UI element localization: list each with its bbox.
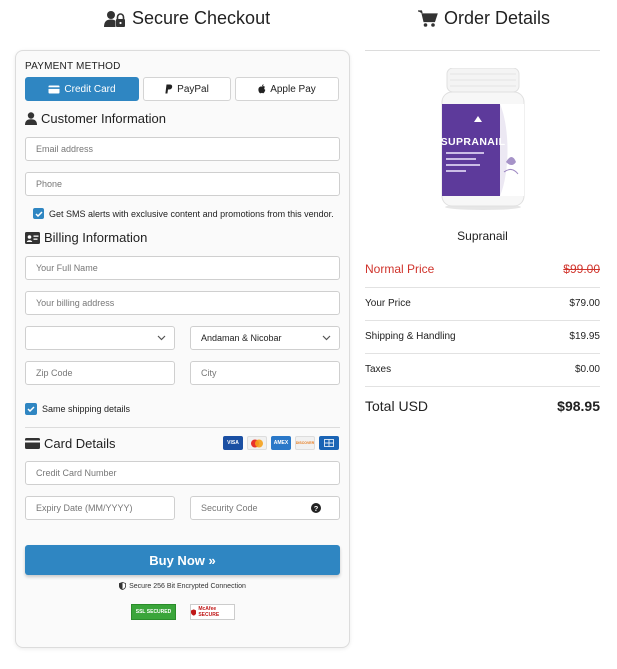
same-shipping-checkbox[interactable] (25, 403, 37, 415)
security-code-placeholder: Security Code (201, 503, 258, 513)
taxes-amount: $0.00 (574, 364, 600, 375)
expiry-date-field[interactable]: Expiry Date (MM/YYYY) (25, 496, 175, 520)
card-section-divider (25, 427, 340, 428)
your-price-amount: $79.00 (569, 298, 600, 309)
payment-method-tabs: Credit Card PayPal Apple Pay (25, 77, 340, 101)
visa-logo-icon: VISA (223, 436, 243, 450)
mcafee-shield-icon (191, 608, 197, 616)
same-shipping-option[interactable]: Same shipping details (25, 403, 130, 415)
chevron-down-icon (157, 335, 166, 341)
id-card-icon (25, 231, 40, 244)
billing-info-heading: Billing Information (25, 230, 147, 245)
user-icon (25, 112, 37, 125)
state-select[interactable]: Andaman & Nicobar (190, 326, 340, 350)
product-label-text: SUPRANAIL (441, 136, 506, 148)
normal-price-row: Normal Price $99.00 (365, 262, 600, 276)
row-divider (365, 287, 600, 288)
secure-checkout-title: Secure Checkout (104, 8, 270, 29)
amex-logo-icon: AMEX (271, 436, 291, 450)
taxes-label: Taxes (365, 364, 392, 375)
secure-checkout-label: Secure Checkout (132, 8, 271, 28)
card-number-placeholder: Credit Card Number (36, 468, 117, 478)
sms-checkbox[interactable] (33, 208, 44, 219)
card-number-field[interactable]: Credit Card Number (25, 461, 340, 485)
shipping-row: Shipping & Handling $19.95 (365, 331, 600, 342)
shipping-amount: $19.95 (569, 331, 600, 342)
secure-connection-text: Secure 256 Bit Encrypted Connection (129, 582, 246, 590)
billing-address-placeholder: Your billing address (36, 298, 115, 308)
city-placeholder: City (201, 368, 217, 378)
normal-price-label: Normal Price (365, 262, 435, 276)
same-shipping-label: Same shipping details (42, 404, 131, 414)
apple-icon (258, 84, 266, 94)
paypal-icon (165, 84, 173, 94)
buy-now-button[interactable]: Buy Now » (25, 545, 340, 575)
mcafee-secure-badge: McAfee SECURE (190, 604, 235, 620)
email-field[interactable]: Email address (25, 137, 340, 161)
sms-opt-in-label: Get SMS alerts with exclusive content an… (49, 208, 334, 219)
tab-credit-card[interactable]: Credit Card (25, 77, 139, 101)
credit-card-icon (25, 438, 40, 449)
phone-placeholder: Phone (36, 179, 63, 189)
phone-field[interactable]: Phone (25, 172, 340, 196)
svg-text:?: ? (314, 504, 319, 513)
billing-address-field[interactable]: Your billing address (25, 291, 340, 315)
security-code-field[interactable]: Security Code ? (190, 496, 340, 520)
zip-code-placeholder: Zip Code (36, 368, 73, 378)
full-name-field[interactable]: Your Full Name (25, 256, 340, 280)
checkmark-icon (27, 406, 35, 412)
customer-info-heading-text: Customer Information (41, 111, 166, 126)
shield-icon (119, 582, 127, 590)
tab-paypal-label: PayPal (177, 83, 209, 95)
tab-apple-pay-label: Apple Pay (270, 83, 316, 95)
total-row: Total USD $98.95 (365, 398, 600, 414)
shipping-label: Shipping & Handling (365, 331, 456, 342)
secure-connection-note: Secure 256 Bit Encrypted Connection (25, 582, 340, 590)
tab-apple-pay[interactable]: Apple Pay (235, 77, 339, 101)
card-logos: VISA AMEX DISCOVER (223, 436, 339, 450)
state-select-value: Andaman & Nicobar (201, 333, 282, 343)
product-image: SUPRANAIL (441, 68, 525, 210)
shopping-cart-icon (418, 9, 438, 27)
customer-info-heading: Customer Information (25, 111, 166, 126)
normal-price-amount: $99.00 (563, 262, 600, 276)
email-placeholder: Email address (36, 144, 94, 154)
order-details-title: Order Details (418, 8, 550, 29)
diners-logo-icon (319, 436, 339, 450)
full-name-placeholder: Your Full Name (36, 263, 98, 273)
zip-code-field[interactable]: Zip Code (25, 361, 175, 385)
tab-credit-card-label: Credit Card (64, 83, 116, 95)
trust-badges: SSL SECURED McAfee SECURE (131, 604, 235, 620)
payment-method-label: PAYMENT METHOD (25, 61, 121, 72)
expiry-date-placeholder: Expiry Date (MM/YYYY) (36, 503, 133, 513)
taxes-row: Taxes $0.00 (365, 364, 600, 375)
row-divider (365, 353, 600, 354)
credit-card-icon (48, 85, 60, 93)
discover-logo-icon: DISCOVER (295, 436, 315, 450)
billing-info-heading-text: Billing Information (44, 230, 148, 245)
question-circle-icon[interactable]: ? (311, 503, 321, 513)
card-details-heading-text: Card Details (44, 436, 116, 451)
your-price-label: Your Price (365, 298, 411, 309)
buy-now-label: Buy Now » (149, 552, 216, 568)
checkmark-icon (34, 210, 43, 217)
total-amount: $98.95 (557, 398, 600, 414)
sms-opt-in[interactable]: Get SMS alerts with exclusive content an… (33, 208, 334, 219)
country-select[interactable] (25, 326, 175, 350)
tab-paypal[interactable]: PayPal (143, 77, 231, 101)
product-name: Supranail (457, 229, 508, 243)
card-details-heading: Card Details (25, 436, 116, 451)
total-label: Total USD (365, 398, 429, 414)
order-details-divider (365, 50, 600, 51)
your-price-row: Your Price $79.00 (365, 298, 600, 309)
mastercard-logo-icon (247, 436, 267, 450)
order-details-label: Order Details (444, 8, 551, 28)
city-field[interactable]: City (190, 361, 340, 385)
row-divider (365, 320, 600, 321)
user-lock-icon (104, 10, 125, 27)
chevron-down-icon (322, 335, 331, 341)
ssl-secured-badge: SSL SECURED (131, 604, 176, 620)
row-divider (365, 386, 600, 387)
